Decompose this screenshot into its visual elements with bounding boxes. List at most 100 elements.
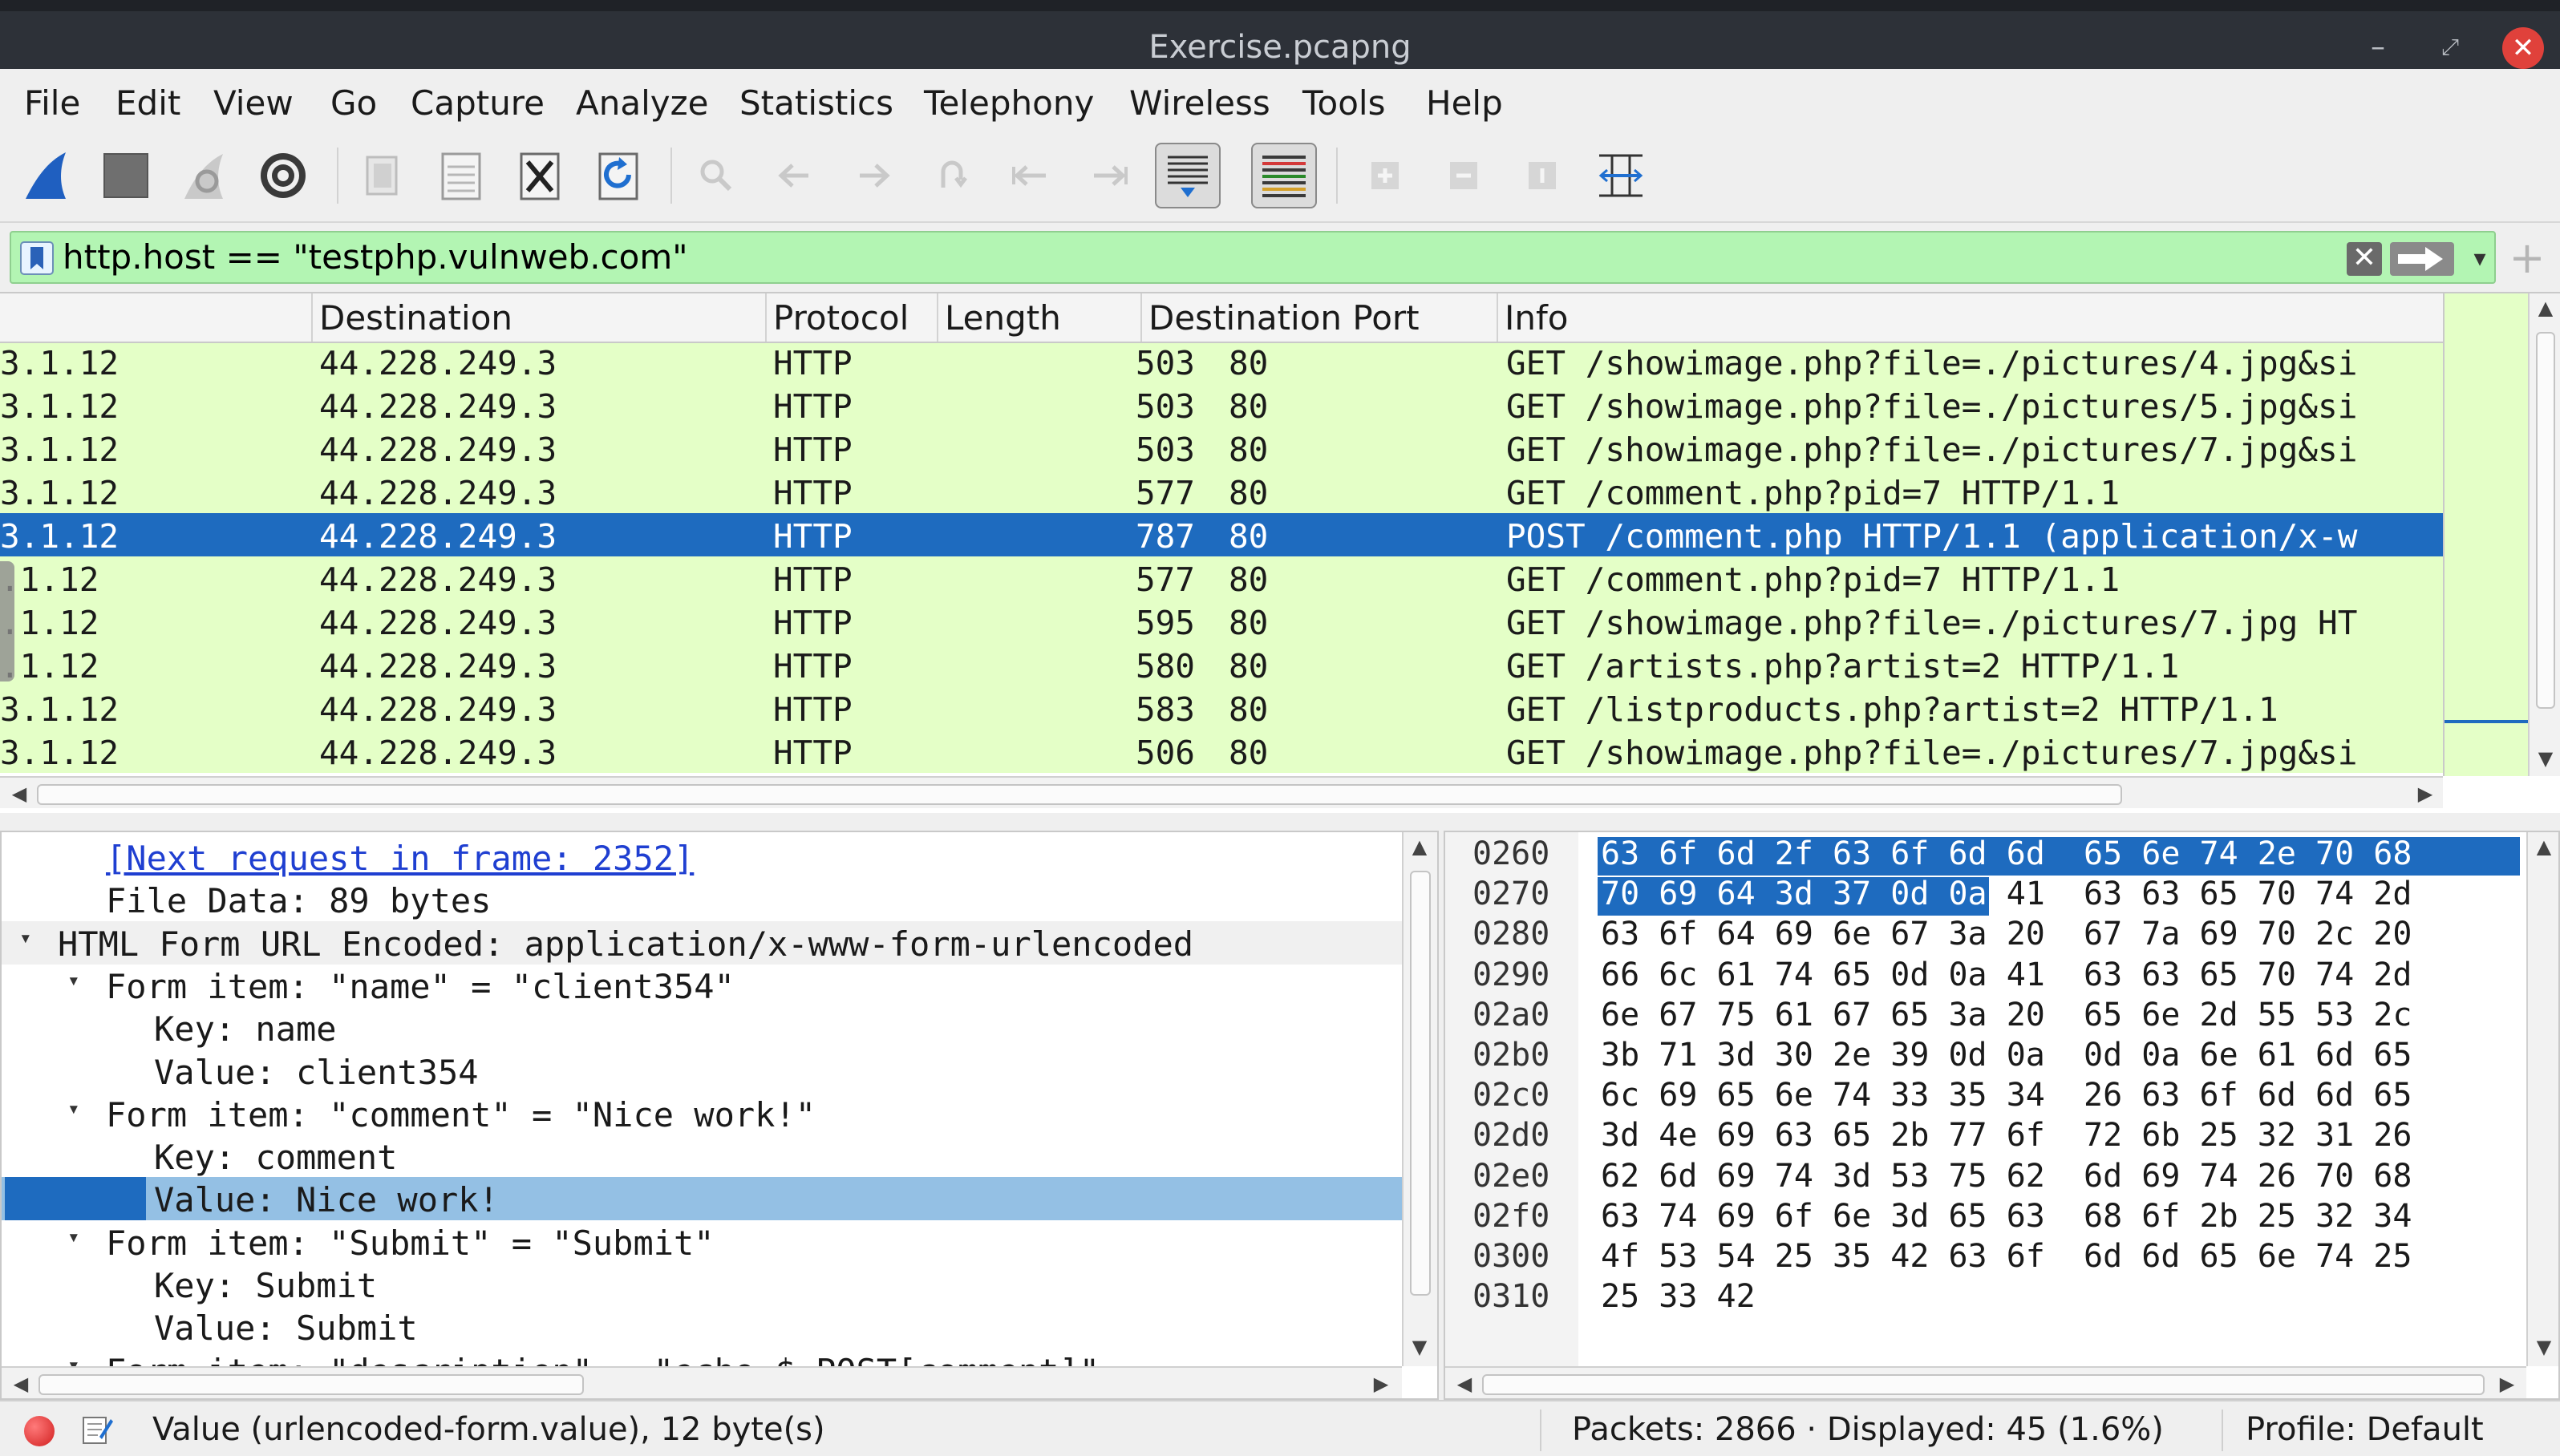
hex-bytes-row[interactable]: 3b 71 3d 30 2e 39 0d 0a 0d 0a 6e 61 6d 6… bbox=[1601, 1037, 2412, 1074]
hex-bytes-row[interactable]: 63 6f 64 69 6e 67 3a 20 67 7a 69 70 2c 2… bbox=[1601, 916, 2412, 952]
filter-text[interactable]: http.host == "testphp.vulnweb.com" bbox=[63, 237, 688, 277]
hex-bytes-row[interactable]: 6e 67 75 61 67 65 3a 20 65 6e 2d 55 53 2… bbox=[1601, 997, 2412, 1033]
detail-row[interactable]: ▾ Form item: "Submit" = "Submit" bbox=[2, 1220, 1402, 1264]
filter-history-chevron-down-icon[interactable]: ▾ bbox=[2465, 242, 2494, 276]
next-request-link[interactable]: [Next request in frame: 2352] bbox=[106, 839, 694, 878]
packet-row[interactable]: .1.12 44.228.249.3 HTTP 595 80 GET /showimage… bbox=[0, 600, 2443, 643]
apply-filter-arrow-icon[interactable] bbox=[2390, 242, 2454, 276]
reload-icon[interactable] bbox=[585, 143, 651, 208]
packet-row[interactable]: 3.1.12 44.228.249.3 HTTP 503 80 GET /showimag… bbox=[0, 343, 2443, 383]
bytes-vertical-scrollbar[interactable]: ▲ ▼ bbox=[2526, 832, 2558, 1366]
detail-row[interactable]: ▾ Form item: "name" = "client354" bbox=[2, 964, 1402, 1007]
find-icon[interactable] bbox=[683, 143, 749, 208]
normal-size-icon[interactable] bbox=[1509, 143, 1575, 208]
detail-row[interactable]: ▾ Form item: "comment" = "Nice work!" bbox=[2, 1092, 1402, 1135]
side-drag-handle[interactable] bbox=[0, 561, 14, 681]
packet-list-vertical-scrollbar[interactable]: ▲ ▼ bbox=[2528, 293, 2560, 776]
scroll-thumb[interactable] bbox=[2536, 332, 2555, 709]
capture-options-gear-icon[interactable] bbox=[250, 143, 316, 208]
packet-row[interactable]: 3.1.12 44.228.249.3 HTTP 503 80 GET /showimag… bbox=[0, 427, 2443, 470]
close-window-button[interactable]: ✕ bbox=[2502, 27, 2544, 69]
details-horizontal-scrollbar[interactable]: ◀ ▶ bbox=[2, 1366, 1402, 1398]
scroll-thumb[interactable] bbox=[37, 784, 2122, 805]
resize-columns-icon[interactable] bbox=[1588, 143, 1654, 208]
menu-tools[interactable]: Tools bbox=[1302, 83, 1385, 123]
detail-row[interactable]: Key: comment bbox=[2, 1134, 1402, 1178]
column-header-dest-port[interactable]: Destination Port bbox=[1142, 293, 1498, 342]
add-filter-button-plus-icon[interactable]: + bbox=[2507, 234, 2547, 282]
scroll-right-icon[interactable]: ▶ bbox=[2491, 1373, 2523, 1395]
stop-icon[interactable] bbox=[93, 143, 159, 208]
menu-view[interactable]: View bbox=[213, 83, 294, 123]
expert-info-icon[interactable] bbox=[24, 1416, 55, 1446]
packet-row[interactable]: 3.1.12 44.228.249.3 HTTP 577 80 GET /comment.… bbox=[0, 470, 2443, 513]
hex-bytes-row[interactable]: 66 6c 61 74 65 0d 0a 41 63 63 65 70 74 2… bbox=[1601, 957, 2412, 993]
detail-row[interactable]: File Data: 89 bytes bbox=[2, 878, 1402, 921]
menu-file[interactable]: File bbox=[24, 83, 80, 123]
expand-caret-icon[interactable]: ▾ bbox=[19, 926, 43, 950]
open-file-icon[interactable] bbox=[350, 143, 415, 208]
scroll-down-icon[interactable]: ▼ bbox=[2530, 747, 2560, 770]
packet-row-selected[interactable]: 3.1.12 44.228.249.3 HTTP 787 80 POST /comment… bbox=[0, 513, 2443, 556]
menu-wireless[interactable]: Wireless bbox=[1129, 83, 1270, 123]
menu-telephony[interactable]: Telephony bbox=[924, 83, 1094, 123]
packet-row[interactable]: .1.12 44.228.249.3 HTTP 580 80 GET /artists.p… bbox=[0, 643, 2443, 686]
hex-bytes-row[interactable]: 25 33 42 bbox=[1601, 1278, 1756, 1315]
scroll-thumb[interactable] bbox=[1482, 1374, 2485, 1395]
scroll-left-icon[interactable]: ◀ bbox=[3, 783, 35, 805]
scroll-down-icon[interactable]: ▼ bbox=[1404, 1336, 1436, 1358]
packet-minimap[interactable] bbox=[2443, 293, 2530, 776]
close-file-icon[interactable] bbox=[507, 143, 573, 208]
pane-splitter[interactable] bbox=[0, 813, 2560, 831]
expand-caret-icon[interactable]: ▾ bbox=[67, 1225, 91, 1249]
menu-capture[interactable]: Capture bbox=[411, 83, 545, 123]
column-header-info[interactable]: Info bbox=[1498, 293, 2443, 342]
expand-caret-icon[interactable]: ▾ bbox=[67, 1097, 91, 1121]
packet-row[interactable]: .1.12 44.228.249.3 HTTP 577 80 GET /comment.p… bbox=[0, 556, 2443, 600]
detail-row[interactable]: Value: client354 bbox=[2, 1050, 1402, 1093]
scroll-up-icon[interactable]: ▲ bbox=[1404, 835, 1436, 858]
expand-caret-icon[interactable]: ▾ bbox=[67, 969, 91, 993]
minimize-button[interactable]: – bbox=[2358, 27, 2398, 67]
hex-bytes-row[interactable]: 70 69 64 3d 37 0d 0a 41 63 63 65 70 74 2… bbox=[1601, 876, 2412, 912]
details-vertical-scrollbar[interactable]: ▲ ▼ bbox=[1402, 832, 1437, 1366]
menu-statistics[interactable]: Statistics bbox=[739, 83, 893, 123]
scroll-right-icon[interactable]: ▶ bbox=[1365, 1373, 1397, 1395]
hex-bytes-row[interactable]: 3d 4e 69 63 65 2b 77 6f 72 6b 25 32 31 2… bbox=[1601, 1117, 2412, 1154]
status-profile[interactable]: Profile: Default bbox=[2246, 1411, 2484, 1448]
column-header-protocol[interactable]: Protocol bbox=[767, 293, 938, 342]
autoscroll-icon[interactable] bbox=[1155, 143, 1221, 208]
edit-comment-icon[interactable] bbox=[80, 1413, 114, 1446]
menu-edit[interactable]: Edit bbox=[115, 83, 180, 123]
packet-row[interactable]: 3.1.12 44.228.249.3 HTTP 506 80 GET /showimag… bbox=[0, 730, 2443, 773]
detail-row[interactable]: Key: Submit bbox=[2, 1263, 1402, 1306]
column-header-destination[interactable]: Destination bbox=[313, 293, 767, 342]
go-back-icon[interactable] bbox=[762, 143, 828, 208]
packet-row[interactable]: 3.1.12 44.228.249.3 HTTP 503 80 GET /showimag… bbox=[0, 383, 2443, 427]
detail-row[interactable]: Key: name bbox=[2, 1006, 1402, 1050]
menu-analyze[interactable]: Analyze bbox=[576, 83, 709, 123]
packet-list-horizontal-scrollbar[interactable]: ◀ ▶ bbox=[0, 776, 2443, 808]
scroll-right-icon[interactable]: ▶ bbox=[2409, 783, 2441, 805]
detail-section-row[interactable]: ▾ HTML Form URL Encoded: application/x-ww… bbox=[2, 921, 1402, 965]
packet-row[interactable]: 3.1.12 44.228.249.3 HTTP 583 80 GET /listprod… bbox=[0, 686, 2443, 730]
column-header-source[interactable] bbox=[0, 293, 313, 342]
detail-row[interactable]: Value: Submit bbox=[2, 1305, 1402, 1349]
go-to-packet-icon[interactable] bbox=[919, 143, 985, 208]
column-header-length[interactable]: Length bbox=[938, 293, 1142, 342]
zoom-in-icon[interactable] bbox=[1352, 143, 1418, 208]
detail-row[interactable]: [Next request in frame: 2352] bbox=[2, 835, 1402, 879]
scroll-up-icon[interactable]: ▲ bbox=[2528, 835, 2560, 858]
scroll-thumb[interactable] bbox=[1410, 871, 1431, 1296]
first-packet-icon[interactable] bbox=[998, 143, 1063, 208]
scroll-up-icon[interactable]: ▲ bbox=[2530, 297, 2560, 319]
hex-bytes-row[interactable]: 63 6f 6d 2f 63 6f 6d 6d 65 6e 74 2e 70 6… bbox=[1601, 835, 2412, 872]
last-packet-icon[interactable] bbox=[1076, 143, 1142, 208]
menu-help[interactable]: Help bbox=[1426, 83, 1503, 123]
save-file-icon[interactable] bbox=[428, 143, 494, 208]
bookmark-icon[interactable] bbox=[19, 241, 55, 276]
detail-row-selected[interactable]: Value: Nice work! bbox=[2, 1177, 1402, 1220]
maximize-button[interactable]: ⤢ bbox=[2430, 27, 2470, 67]
bytes-horizontal-scrollbar[interactable]: ◀ ▶ bbox=[1445, 1366, 2526, 1398]
hex-bytes-row[interactable]: 4f 53 54 25 35 42 63 6f 6d 6d 65 6e 74 2… bbox=[1601, 1238, 2412, 1275]
